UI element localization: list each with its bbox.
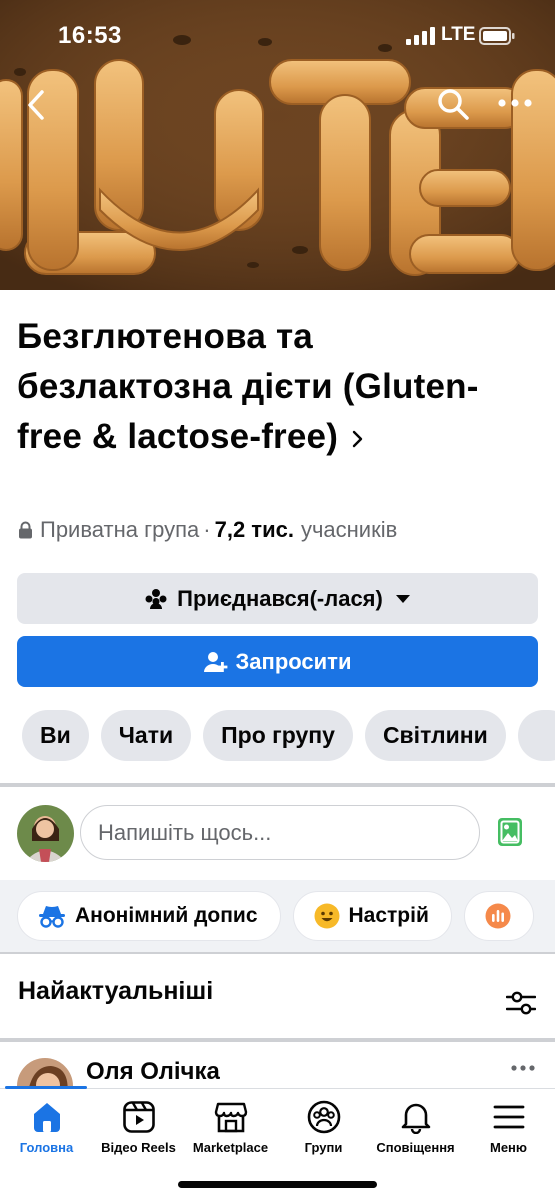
anonymous-post-label: Анонімний допис bbox=[75, 904, 258, 927]
member-count[interactable]: 7,2 тис. bbox=[215, 517, 294, 543]
active-tab-indicator bbox=[5, 1086, 87, 1089]
group-cover-photo: 16:53 LTE bbox=[0, 0, 555, 290]
user-avatar[interactable] bbox=[17, 805, 74, 862]
group-meta: Приватна група · 7,2 тис. учасників bbox=[18, 517, 397, 543]
group-title[interactable]: Безглютенова та безлактозна дієти (Glute… bbox=[17, 312, 522, 462]
nav-menu-label: Меню bbox=[489, 1140, 527, 1155]
poll-icon bbox=[485, 903, 511, 929]
feed-sort-title: Найактуальніші bbox=[18, 977, 214, 1005]
nav-reels-label: Відео Reels bbox=[101, 1140, 176, 1155]
bell-icon bbox=[401, 1103, 430, 1134]
groups-icon bbox=[307, 1100, 340, 1134]
nav-marketplace-label: Marketplace bbox=[192, 1140, 269, 1155]
search-icon[interactable] bbox=[436, 87, 470, 121]
member-label: учасників bbox=[300, 517, 398, 542]
nav-marketplace[interactable]: Marketplace bbox=[183, 1100, 278, 1155]
caret-down-icon bbox=[395, 594, 410, 603]
tab-more-partial[interactable] bbox=[517, 710, 555, 761]
back-chevron-icon[interactable] bbox=[22, 88, 52, 122]
invite-button[interactable]: Запросити bbox=[17, 636, 538, 687]
home-indicator[interactable] bbox=[178, 1181, 377, 1188]
marketplace-icon bbox=[214, 1102, 247, 1133]
more-options-icon[interactable] bbox=[497, 92, 533, 114]
group-title-text: Безглютенова та безлактозна дієти (Glute… bbox=[17, 317, 479, 456]
nav-home[interactable]: Головна bbox=[0, 1100, 94, 1155]
nav-reels[interactable]: Відео Reels bbox=[91, 1100, 186, 1155]
add-person-icon bbox=[203, 651, 227, 672]
nav-notifications[interactable]: Сповіщення bbox=[368, 1100, 463, 1155]
group-tabs: Ви Чати Про групу Світлини bbox=[22, 710, 555, 761]
lock-icon bbox=[19, 521, 32, 539]
joined-button-label: Приєднався(-лася) bbox=[177, 585, 383, 611]
tab-you[interactable]: Ви bbox=[22, 710, 89, 761]
menu-icon bbox=[493, 1105, 524, 1129]
anonymous-post-chip[interactable]: Анонімний допис bbox=[17, 891, 281, 941]
home-icon bbox=[33, 1103, 60, 1132]
poll-chip-partial[interactable] bbox=[463, 891, 534, 941]
divider bbox=[0, 1038, 555, 1042]
composer-placeholder: Напишіть щось... bbox=[98, 819, 272, 845]
feeling-label: Настрій bbox=[348, 904, 429, 927]
nav-menu[interactable]: Меню bbox=[461, 1100, 555, 1155]
tab-chats[interactable]: Чати bbox=[100, 710, 192, 761]
battery-icon bbox=[479, 27, 515, 45]
joined-button[interactable]: Приєднався(-лася) bbox=[17, 573, 538, 624]
tab-photos[interactable]: Світлини bbox=[364, 710, 506, 761]
post-author-name[interactable]: Оля Олічка bbox=[86, 1058, 220, 1086]
status-bar: 16:53 LTE bbox=[0, 0, 555, 70]
filter-sliders-icon[interactable] bbox=[506, 990, 536, 1016]
feeling-chip[interactable]: Настрій bbox=[292, 891, 452, 941]
signal-icon bbox=[406, 27, 435, 45]
nav-groups[interactable]: Групи bbox=[276, 1100, 371, 1155]
post-more-icon[interactable] bbox=[511, 1064, 535, 1072]
video-icon bbox=[122, 1101, 155, 1133]
photo-icon[interactable] bbox=[497, 817, 523, 847]
invite-button-label: Запросити bbox=[235, 648, 352, 674]
post-type-chips: Анонімний допис Настрій bbox=[17, 891, 534, 941]
nav-notifications-label: Сповіщення bbox=[376, 1140, 455, 1155]
user-avatar-photo bbox=[17, 805, 74, 862]
chevron-right-icon bbox=[352, 430, 363, 447]
divider bbox=[0, 952, 555, 954]
meta-separator: · bbox=[203, 517, 211, 542]
status-time: 16:53 bbox=[58, 22, 122, 49]
smile-icon bbox=[314, 903, 339, 929]
divider bbox=[0, 783, 555, 787]
post-composer-input[interactable]: Напишіть щось... bbox=[80, 805, 480, 860]
group-members-icon bbox=[145, 588, 167, 609]
network-type: LTE bbox=[441, 24, 476, 45]
nav-home-label: Головна bbox=[19, 1140, 74, 1155]
incognito-icon bbox=[39, 906, 65, 928]
nav-groups-label: Групи bbox=[304, 1140, 343, 1155]
group-privacy: Приватна група bbox=[40, 517, 200, 542]
tab-about[interactable]: Про групу bbox=[203, 710, 353, 761]
